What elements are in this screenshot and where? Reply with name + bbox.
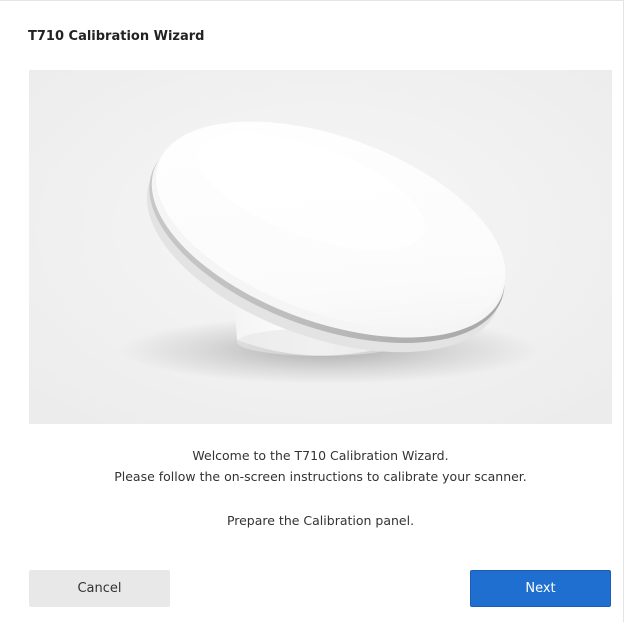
- dialog-title: T710 Calibration Wizard: [28, 29, 205, 44]
- cancel-button[interactable]: Cancel: [29, 570, 170, 607]
- calibration-panel-illustration: [29, 70, 612, 424]
- welcome-message: Welcome to the T710 Calibration Wizard.: [192, 448, 449, 463]
- next-button[interactable]: Next: [470, 570, 611, 607]
- instructions-message: Please follow the on-screen instructions…: [114, 469, 527, 484]
- prepare-panel-message: Prepare the Calibration panel.: [226, 513, 415, 528]
- calibration-panel-image: [29, 70, 612, 424]
- calibration-wizard-dialog: T710 Calibration Wizard Welcome to the T…: [0, 0, 624, 622]
